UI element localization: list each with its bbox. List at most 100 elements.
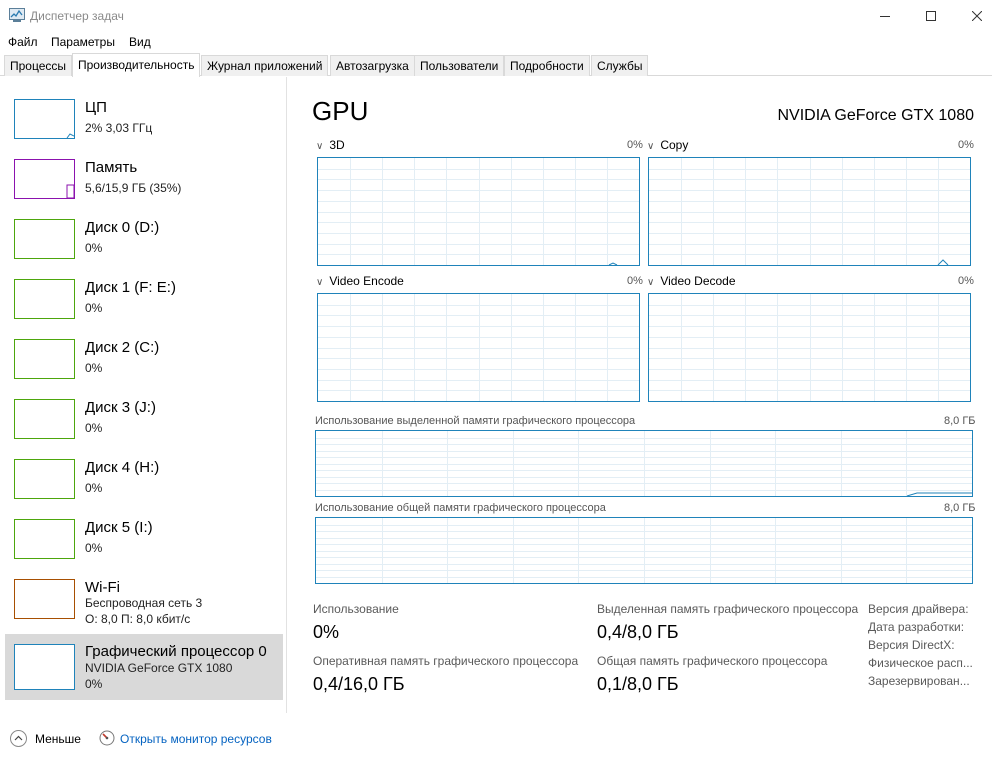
dedicated-memory-graph <box>315 430 973 497</box>
usage-trace <box>608 262 618 265</box>
sidebar-item-title: Память <box>85 159 138 176</box>
engine-selector-video-decode[interactable]: ∨ Video Decode <box>647 274 736 288</box>
shared-memory-label: Общая память графического процессора <box>597 654 828 668</box>
task-manager-icon <box>9 8 25 22</box>
graph-grid <box>318 294 639 401</box>
fewer-details-label[interactable]: Меньше <box>35 732 81 746</box>
memory-thumbnail-graph <box>14 159 75 199</box>
title-bar[interactable]: Диспетчер задач <box>0 0 992 32</box>
sidebar-item-disk-2[interactable]: Диск 2 (C:) 0% <box>5 331 283 391</box>
disk-thumbnail-graph <box>14 279 75 319</box>
menu-file[interactable]: Файл <box>8 35 38 49</box>
graph-grid <box>649 158 970 265</box>
footer-bar: Меньше Открыть монитор ресурсов <box>0 724 992 754</box>
menu-view[interactable]: Вид <box>129 35 151 49</box>
sidebar-item-usage: 0% <box>85 677 103 691</box>
sidebar-item-disk-4[interactable]: Диск 4 (H:) 0% <box>5 451 283 511</box>
engine-graph-video-decode <box>648 293 971 402</box>
sidebar-item-disk-3[interactable]: Диск 3 (J:) 0% <box>5 391 283 451</box>
tab-bar: Процессы Производительность Журнал прило… <box>0 53 992 77</box>
chevron-up-icon <box>14 735 23 741</box>
engine-percent: 0% <box>627 139 643 151</box>
open-resource-monitor-link[interactable]: Открыть монитор ресурсов <box>120 732 272 746</box>
menu-bar: Файл Параметры Вид <box>0 32 992 52</box>
minimize-button[interactable] <box>862 0 908 32</box>
shared-memory-max: 8,0 ГБ <box>944 502 976 514</box>
sidebar-item-subtitle: Беспроводная сеть 3 <box>85 596 203 610</box>
chevron-down-icon: ∨ <box>316 141 324 152</box>
disk-thumbnail-graph <box>14 219 75 259</box>
chevron-down-icon: ∨ <box>316 277 324 288</box>
engine-selector-video-encode[interactable]: ∨ Video Encode <box>316 274 404 288</box>
minimize-icon <box>880 16 890 17</box>
graph-grid <box>316 431 972 496</box>
menu-options[interactable]: Параметры <box>51 35 115 49</box>
sidebar-item-disk-0[interactable]: Диск 0 (D:) 0% <box>5 211 283 271</box>
close-button[interactable] <box>954 0 992 32</box>
engine-graph-copy <box>648 157 971 266</box>
chevron-down-icon: ∨ <box>647 277 655 288</box>
sidebar-item-throughput: О: 8,0 П: 8,0 кбит/с <box>85 612 191 626</box>
tab-processes[interactable]: Процессы <box>4 55 73 76</box>
sidebar-item-subtitle: 0% <box>85 241 103 255</box>
engine-selector-3d[interactable]: ∨ 3D <box>316 138 345 152</box>
sidebar-item-disk-1[interactable]: Диск 1 (F: E:) 0% <box>5 271 283 331</box>
graph-grid <box>316 518 972 583</box>
shared-memory-graph-label: Использование общей памяти графического … <box>315 502 606 514</box>
engine-graph-video-encode <box>317 293 640 402</box>
engine-percent: 0% <box>627 275 643 287</box>
engine-label: Copy <box>660 138 689 152</box>
maximize-button[interactable] <box>908 0 954 32</box>
window-title: Диспетчер задач <box>30 9 124 23</box>
sidebar-item-title: Диск 5 (I:) <box>85 519 153 536</box>
sidebar-item-subtitle: 0% <box>85 421 103 435</box>
gpu-ram-value: 0,4/16,0 ГБ <box>313 674 405 694</box>
usage-value: 0% <box>313 622 340 642</box>
dedicated-memory-max: 8,0 ГБ <box>944 415 976 427</box>
tab-performance[interactable]: Производительность <box>72 53 201 77</box>
engine-label: Video Decode <box>660 274 736 288</box>
directx-version-label: Версия DirectX: <box>868 638 955 652</box>
sidebar-item-disk-5[interactable]: Диск 5 (I:) 0% <box>5 511 283 571</box>
gpu-ram-label: Оперативная память графического процессо… <box>313 654 579 668</box>
dedicated-memory-label: Выделенная память графического процессор… <box>597 602 859 616</box>
engine-percent: 0% <box>958 275 974 287</box>
reserved-memory-label: Зарезервирован... <box>868 674 970 688</box>
engine-label: 3D <box>329 138 345 152</box>
memory-trace <box>906 492 972 496</box>
tab-app-history[interactable]: Журнал приложений <box>201 55 329 76</box>
fewer-details-button[interactable] <box>10 730 27 747</box>
sidebar-item-subtitle: NVIDIA GeForce GTX 1080 <box>85 661 233 675</box>
sidebar-item-subtitle: 0% <box>85 301 103 315</box>
usage-trace <box>937 259 949 265</box>
gpu-detail-panel: GPU NVIDIA GeForce GTX 1080 ∨ 3D 0% ∨ Co… <box>300 77 980 713</box>
tab-details[interactable]: Подробности <box>504 55 590 76</box>
sidebar-item-subtitle: 2% 3,03 ГГц <box>85 121 153 135</box>
sidebar-item-memory[interactable]: Память 5,6/15,9 ГБ (35%) <box>5 151 283 211</box>
sidebar-item-wifi[interactable]: Wi-Fi Беспроводная сеть 3 О: 8,0 П: 8,0 … <box>5 571 283 631</box>
sidebar-item-gpu-0[interactable]: Графический процессор 0 NVIDIA GeForce G… <box>5 634 283 700</box>
sidebar-item-title: Графический процессор 0 <box>85 643 267 660</box>
maximize-icon <box>926 11 936 21</box>
dedicated-memory-value: 0,4/8,0 ГБ <box>597 622 679 642</box>
cpu-thumbnail-graph <box>14 99 75 139</box>
graph-grid <box>318 158 639 265</box>
disk-thumbnail-graph <box>14 399 75 439</box>
tab-services[interactable]: Службы <box>591 55 649 76</box>
gpu-thumbnail-graph <box>14 644 75 690</box>
physical-location-label: Физическое расп... <box>868 656 973 670</box>
sidebar-item-cpu[interactable]: ЦП 2% 3,03 ГГц <box>5 91 283 151</box>
tab-startup[interactable]: Автозагрузка <box>330 55 415 76</box>
sidebar-item-title: Диск 3 (J:) <box>85 399 156 416</box>
disk-thumbnail-graph <box>14 339 75 379</box>
gpu-device-name: NVIDIA GeForce GTX 1080 <box>777 107 974 124</box>
sidebar-item-subtitle: 5,6/15,9 ГБ (35%) <box>85 181 182 195</box>
sidebar-item-subtitle: 0% <box>85 541 103 555</box>
sidebar-item-subtitle: 0% <box>85 481 103 495</box>
sidebar-item-title: Wi-Fi <box>85 579 120 596</box>
sidebar-item-title: Диск 2 (C:) <box>85 339 160 356</box>
disk-thumbnail-graph <box>14 459 75 499</box>
engine-selector-copy[interactable]: ∨ Copy <box>647 138 688 152</box>
wifi-thumbnail-graph <box>14 579 75 619</box>
tab-users[interactable]: Пользователи <box>414 55 505 76</box>
